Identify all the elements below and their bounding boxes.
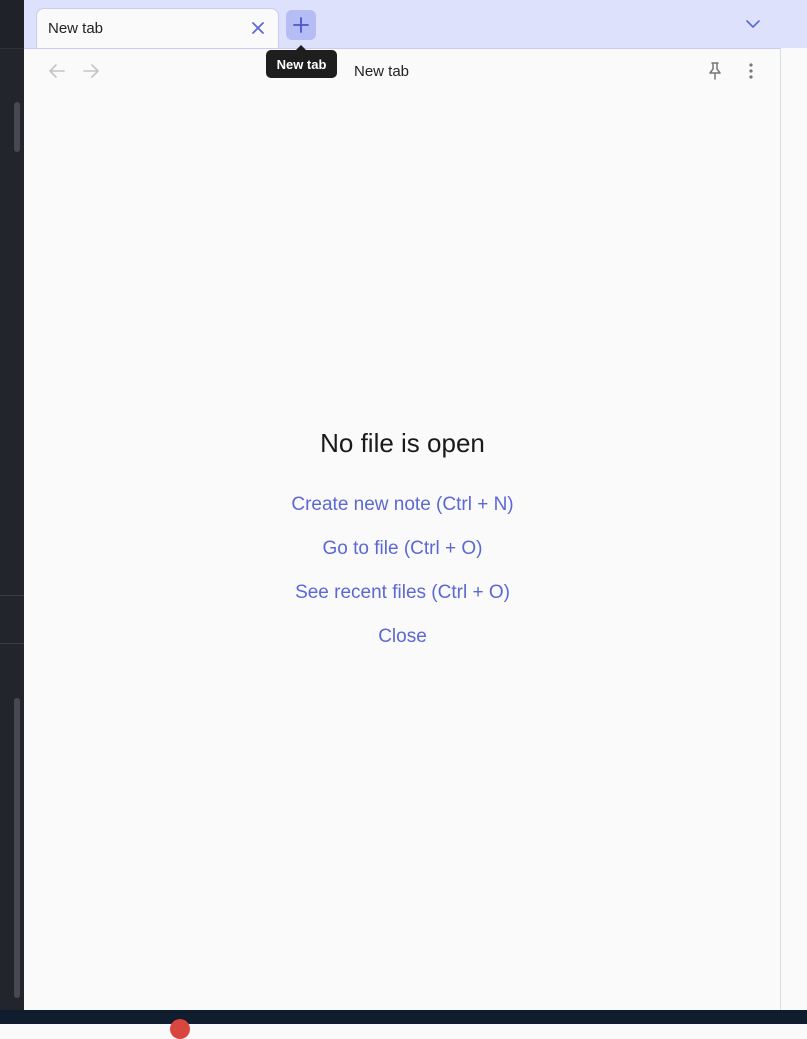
right-sidebar-collapsed [781,48,807,1010]
tab-new-tab[interactable]: New tab [36,8,279,48]
tab-bar: New tab [24,0,807,49]
pin-button[interactable] [704,60,726,82]
sidebar-divider [0,643,24,644]
tooltip-text: New tab [276,56,327,72]
view-header-title: New tab [354,63,410,80]
new-tab-tooltip: New tab [266,45,337,78]
more-options-button[interactable] [740,60,762,82]
app-icon[interactable] [170,1019,190,1039]
chevron-down-icon [746,19,760,29]
empty-state-title: No file is open [320,428,485,458]
arrow-right-icon [83,64,99,78]
go-to-file-link[interactable]: Go to file (Ctrl + O) [24,538,781,560]
left-sidebar-strip [0,0,24,1010]
pin-icon [707,62,723,80]
close-link[interactable]: Close [24,626,781,648]
more-vertical-icon [748,63,754,79]
close-icon[interactable] [248,18,268,38]
back-button[interactable] [46,60,68,82]
tab-list-button[interactable] [743,14,763,34]
sidebar-top [0,0,24,49]
os-taskbar [0,1010,807,1024]
plus-icon [293,17,309,33]
sidebar-divider [0,595,24,596]
sidebar-scrollbar-top[interactable] [14,102,20,152]
tab-title: New tab [48,20,104,37]
new-tab-button[interactable] [286,10,316,40]
sidebar-scrollbar-bottom[interactable] [14,698,20,998]
forward-button[interactable] [80,60,102,82]
see-recent-files-link[interactable]: See recent files (Ctrl + O) [24,582,781,604]
arrow-left-icon [49,64,65,78]
create-new-note-link[interactable]: Create new note (Ctrl + N) [24,494,781,516]
